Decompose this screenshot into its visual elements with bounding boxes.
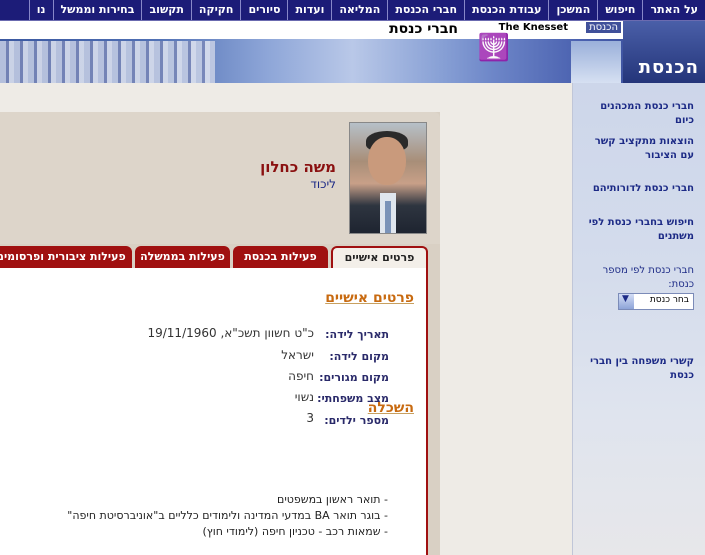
knesset-english-label: The Knesset	[498, 22, 568, 33]
sidebar-link-pr-expenses[interactable]: הוצאות מתקציב קשר עם הציבור	[582, 135, 694, 163]
header-banner: הכנסת הכנסת The Knesset 🕎 חברי כנסת	[0, 21, 705, 83]
knesset-logo[interactable]: הכנסת	[623, 21, 705, 83]
sidebar-link-search-members[interactable]: חיפוש בחברי כנסת לפי משתנים	[582, 216, 694, 244]
banner-columns-image	[0, 41, 215, 83]
select-dropdown-button[interactable]: ▼	[619, 294, 634, 309]
tab-public-activity[interactable]: פעילות ציבורית ופרסומים	[0, 246, 132, 268]
nav-media[interactable]: תקשוב	[141, 0, 190, 20]
knesset-number-label: חברי כנסת לפי מספר כנסת:	[602, 265, 694, 290]
menorah-emblem-icon: 🕎	[477, 33, 510, 63]
nav-elections[interactable]: בחירות וממשל	[52, 0, 142, 20]
children-count-value: 3	[306, 411, 314, 425]
member-name: משה כחלון	[260, 158, 336, 176]
banner-building-image	[571, 41, 621, 83]
tab-knesset-activity[interactable]: פעילות בכנסת	[233, 246, 328, 268]
member-party-link[interactable]: ליכוד	[310, 177, 336, 191]
nav-about[interactable]: על האתר	[642, 0, 705, 20]
section-title: חברי כנסת	[389, 21, 458, 37]
personal-details-panel: השכלה פרטים אישיים תאריך לידה: כ"ט חשוון…	[0, 268, 428, 555]
member-photo	[349, 122, 427, 234]
marital-status-value: נשוי	[294, 390, 314, 404]
nav-tours[interactable]: סיורים	[240, 0, 287, 20]
education-item: - תואר ראשון במשפטים	[277, 493, 388, 506]
chevron-down-icon: ▼	[622, 294, 629, 304]
nav-search[interactable]: חיפוש	[597, 0, 642, 20]
birth-date-value: כ"ט חשוון תשכ"א, 19/11/1960	[147, 326, 314, 340]
residence-value: חיפה	[288, 369, 314, 383]
nav-knesset-work[interactable]: עבודת הכנסת	[464, 0, 548, 20]
nav-committees[interactable]: ועדות	[287, 0, 331, 20]
education-item: - שמאות רכב - טכניון חיפה (לימודי חוץ)	[202, 525, 388, 538]
profile-tabs: פרטים אישיים פעילות בכנסת פעילות בממשלה …	[0, 246, 428, 270]
tab-government-activity[interactable]: פעילות בממשלה	[135, 246, 230, 268]
knesset-number-select[interactable]: בחר כנסת ▼	[618, 293, 694, 310]
birth-place-label: מקום לידה:	[329, 350, 389, 363]
knesset-hebrew-label: הכנסת	[586, 22, 621, 33]
birth-date-label: תאריך לידה:	[325, 328, 389, 341]
right-sidebar: חברי כנסת המכהנים כיום הוצאות מתקציב קשר…	[572, 83, 705, 555]
sidebar-link-current-members[interactable]: חברי כנסת המכהנים כיום	[582, 100, 694, 128]
personal-details-title: פרטים אישיים	[325, 290, 414, 306]
nav-building[interactable]: המשכן	[548, 0, 597, 20]
nav-legislation[interactable]: חקיקה	[190, 0, 241, 20]
tab-personal-details[interactable]: פרטים אישיים	[331, 246, 428, 270]
top-navigation: על האתר חיפוש המשכן עבודת הכנסת חברי הכנ…	[0, 0, 705, 21]
photo-face	[368, 137, 406, 185]
logo-text: הכנסת	[638, 57, 699, 78]
nav-more[interactable]: נו	[28, 0, 53, 20]
nav-plenum[interactable]: המליאה	[331, 0, 387, 20]
photo-tie	[385, 201, 391, 233]
marital-status-label: מצב משפחתי:	[317, 392, 389, 405]
children-count-label: מספר ילדים:	[324, 414, 389, 427]
member-profile-card: משה כחלון ליכוד פרטים אישיים פעילות בכנס…	[0, 112, 440, 555]
education-item: - בוגר תואר BA במדעי המדינה ולימודים כלל…	[67, 509, 388, 522]
knesset-select-value: בחר כנסת	[649, 295, 689, 305]
residence-label: מקום מגורים:	[319, 371, 389, 384]
sidebar-link-members-history[interactable]: חברי כנסת לדורותיהם	[582, 182, 694, 196]
sidebar-link-family-ties[interactable]: קשרי משפחה בין חברי כנסת	[582, 355, 694, 383]
nav-members[interactable]: חברי הכנסת	[387, 0, 464, 20]
birth-place-value: ישראל	[281, 348, 314, 362]
profile-header: משה כחלון ליכוד	[0, 112, 440, 244]
